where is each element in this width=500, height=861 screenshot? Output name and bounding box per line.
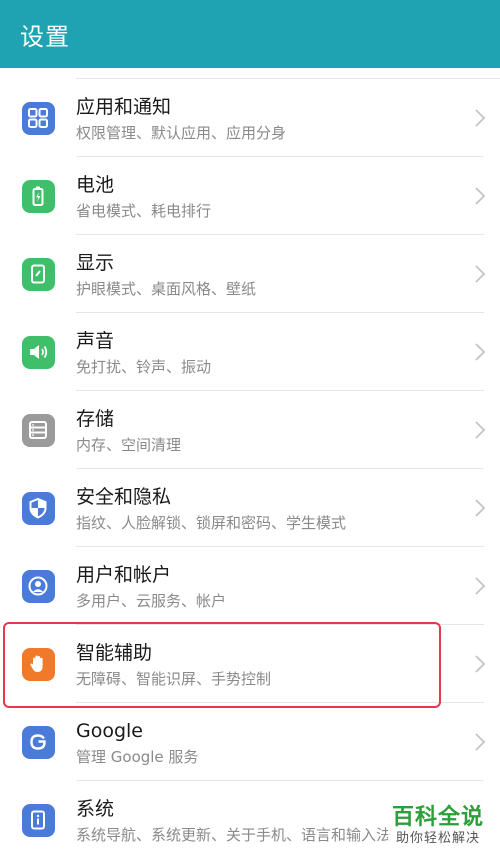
- shield-icon: [21, 491, 55, 525]
- item-subtitle: 省电模式、耗电排行: [76, 201, 212, 220]
- item-subtitle: 管理 Google 服务: [76, 747, 199, 766]
- chevron-right-icon: [460, 342, 500, 362]
- storage-icon: [21, 413, 55, 447]
- settings-item-smart-assistance[interactable]: 智能辅助 无障碍、智能识屏、手势控制: [0, 625, 500, 703]
- chevron-right-icon: [460, 654, 500, 674]
- chevron-right-icon: [460, 420, 500, 440]
- item-subtitle: 内存、空间清理: [76, 435, 182, 454]
- apps-grid-icon: [21, 101, 55, 135]
- item-title: 电池: [76, 173, 115, 196]
- chevron-right-icon: [460, 108, 500, 128]
- item-title: Google: [76, 719, 144, 742]
- chevron-right-icon: [460, 498, 500, 518]
- item-title: 显示: [76, 251, 115, 274]
- settings-list: 应用和通知 权限管理、默认应用、应用分身 电池 省电模式、耗电排行 显示 护眼模…: [0, 79, 500, 859]
- item-subtitle: 指纹、人脸解锁、锁屏和密码、学生模式: [76, 513, 347, 532]
- watermark-title: 百科全说: [391, 805, 484, 830]
- page-title: 设置: [20, 22, 70, 51]
- item-title: 声音: [76, 329, 115, 352]
- hand-icon: [21, 647, 55, 681]
- watermark-subtitle: 助你轻松解决: [395, 831, 480, 846]
- settings-item-sound[interactable]: 声音 免打扰、铃声、振动: [0, 313, 500, 391]
- item-title: 用户和帐户: [76, 563, 172, 586]
- settings-screen: 设置 应用和通知 权限管理、默认应用、应用分身 电池 省电模式、耗电排行 显示 …: [0, 0, 500, 861]
- item-title: 应用和通知: [76, 95, 172, 118]
- item-subtitle: 权限管理、默认应用、应用分身: [76, 123, 287, 142]
- item-subtitle: 护眼模式、桌面风格、壁纸: [76, 279, 257, 298]
- chevron-right-icon: [460, 732, 500, 752]
- item-title: 安全和隐私: [76, 485, 172, 508]
- settings-item-storage[interactable]: 存储 内存、空间清理: [0, 391, 500, 469]
- user-icon: [21, 569, 55, 603]
- battery-icon: [21, 179, 55, 213]
- app-header: 设置: [0, 0, 500, 68]
- settings-item-security-privacy[interactable]: 安全和隐私 指纹、人脸解锁、锁屏和密码、学生模式: [0, 469, 500, 547]
- item-subtitle: 免打扰、铃声、振动: [76, 357, 212, 376]
- settings-item-battery[interactable]: 电池 省电模式、耗电排行: [0, 157, 500, 235]
- settings-item-users-accounts[interactable]: 用户和帐户 多用户、云服务、帐户: [0, 547, 500, 625]
- chevron-right-icon: [460, 264, 500, 284]
- settings-item-display[interactable]: 显示 护眼模式、桌面风格、壁纸: [0, 235, 500, 313]
- watermark: 百科全说 助你轻松解决: [387, 803, 488, 849]
- settings-item-apps-notifications[interactable]: 应用和通知 权限管理、默认应用、应用分身: [0, 79, 500, 157]
- item-subtitle: 无障碍、智能识屏、手势控制: [76, 669, 272, 688]
- item-title: 存储: [76, 407, 115, 430]
- settings-item-google[interactable]: Google 管理 Google 服务: [0, 703, 500, 781]
- chevron-right-icon: [460, 186, 500, 206]
- item-title: 智能辅助: [76, 641, 153, 664]
- speaker-icon: [21, 335, 55, 369]
- display-icon: [21, 257, 55, 291]
- chevron-right-icon: [460, 576, 500, 596]
- google-icon: [21, 725, 55, 759]
- item-subtitle: 多用户、云服务、帐户: [76, 591, 227, 610]
- top-divider: [76, 68, 500, 79]
- info-icon: [21, 803, 55, 837]
